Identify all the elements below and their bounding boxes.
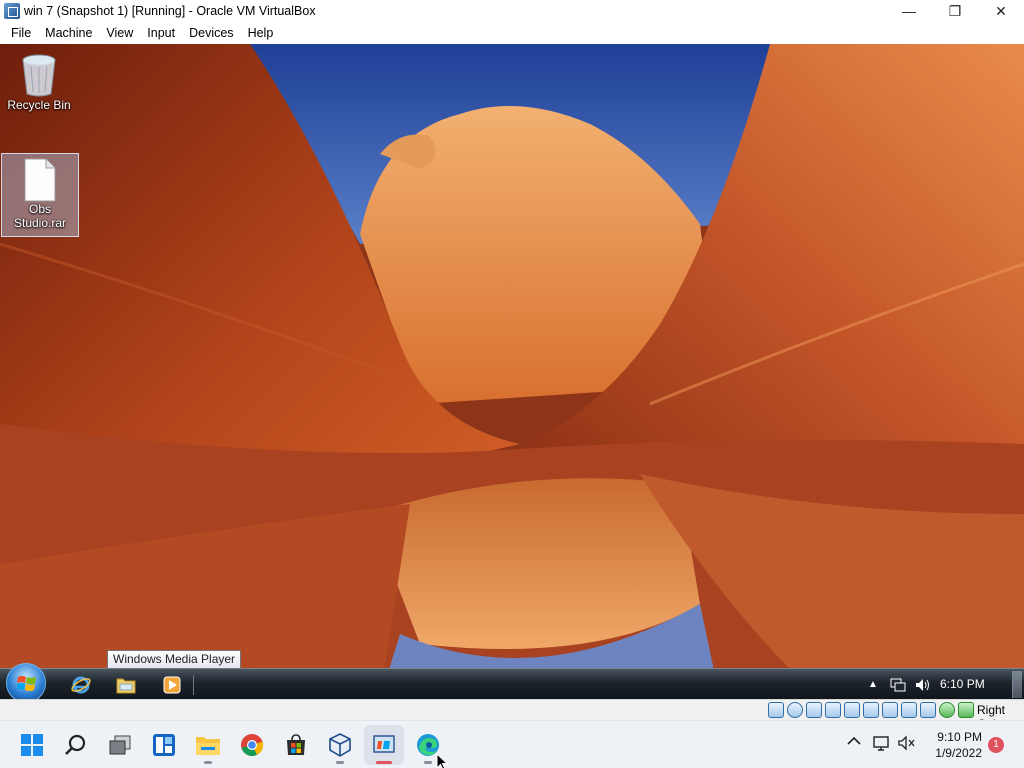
desktop-icon-label: Obs Studio.rar [13,202,67,230]
keyboard-icon[interactable] [958,702,974,718]
host-date: 1/9/2022 [935,746,982,760]
windows-start-icon [21,734,43,756]
pinned-internet-explorer[interactable] [61,672,101,698]
menu-file[interactable]: File [4,22,38,44]
chrome-button[interactable] [232,725,272,765]
running-indicator [204,761,212,764]
windows-start-button[interactable] [12,725,52,765]
mouse-cursor-icon [436,753,449,768]
virtualbox-icon [4,3,20,19]
cpu-icon[interactable] [939,702,955,718]
menu-view[interactable]: View [99,22,140,44]
search-button[interactable] [56,725,96,765]
vm-display[interactable]: Recycle Bin Obs Studio.rar ▲ 6:10 PM [0,44,1024,699]
windows7-start-orb-icon [17,676,36,691]
taskbar-tooltip: Windows Media Player [107,650,242,669]
active-indicator [376,761,392,764]
pinned-windows-explorer[interactable] [106,672,146,698]
desktop-icon-label: Recycle Bin [7,98,71,112]
internet-explorer-icon [71,676,91,694]
desktop-icon-recycle-bin[interactable]: Recycle Bin [0,50,78,120]
running-indicator [336,761,344,764]
tray-volume[interactable] [915,669,931,699]
notification-badge[interactable]: 1 [988,737,1004,753]
minimize-button[interactable]: — [886,0,932,22]
optical-drive-icon[interactable] [787,702,803,718]
shared-folders-icon[interactable] [863,702,879,718]
menu-help[interactable]: Help [241,22,281,44]
close-button[interactable]: ✕ [978,0,1024,22]
show-desktop-button[interactable] [1012,671,1022,698]
recycle-bin-icon [22,54,56,97]
windows-media-player-icon [163,676,181,694]
virtualbox-vm-button[interactable] [364,725,404,765]
file-explorer-icon [196,737,220,755]
widgets-button[interactable] [144,725,184,765]
network-icon [873,736,889,751]
audio-icon[interactable] [806,702,822,718]
usb-icon[interactable] [844,702,860,718]
minimize-icon: — [902,3,916,19]
desktop-icon-obs-studio-rar[interactable]: Obs Studio.rar [1,153,79,237]
mouse-integration-icon[interactable] [920,702,936,718]
volume-icon [916,678,929,691]
maximize-icon: ❐ [948,2,962,19]
menu-input[interactable]: Input [140,22,182,44]
display-icon[interactable] [882,702,898,718]
taskbar-separator [193,675,194,695]
window-title: win 7 (Snapshot 1) [Running] - Oracle VM… [24,4,316,18]
show-hidden-icons[interactable]: ▲ [868,669,878,699]
close-icon: ✕ [995,2,1007,19]
hard-disk-icon[interactable] [768,702,784,718]
chevron-up-icon: ▲ [868,679,878,690]
file-explorer-button[interactable] [188,725,228,765]
desktop-wallpaper [0,44,1024,699]
guest-taskbar: ▲ 6:10 PM [0,663,1024,699]
mute-icon [898,735,915,751]
host-time: 9:10 PM [937,730,982,744]
vm-statusbar: Right Ctrl [0,699,1024,731]
video-capture-icon[interactable] [901,702,917,718]
widgets-icon [153,734,175,756]
windows-explorer-icon [116,678,136,694]
host-clock[interactable]: 9:10 PM 1/9/2022 [930,729,982,761]
network-icon[interactable] [825,702,841,718]
search-icon [65,734,86,755]
microsoft-store-button[interactable] [276,725,316,765]
window-titlebar: win 7 (Snapshot 1) [Running] - Oracle VM… [0,0,1024,22]
host-taskbar: 9:10 PM 1/9/2022 1 [0,720,1024,768]
show-hidden-icons-button[interactable] [847,735,861,749]
host-network-button[interactable] [873,735,891,754]
virtualbox-icon [329,733,351,757]
pinned-windows-media-player[interactable] [152,672,192,698]
menubar: File Machine View Input Devices Help [0,22,1024,44]
tray-network[interactable] [890,669,906,699]
windows7-start-orb[interactable] [6,663,46,699]
task-view-icon [109,735,131,755]
host-volume-button[interactable] [898,735,916,754]
chrome-icon [241,734,264,756]
guest-clock[interactable]: 6:10 PM [940,677,985,691]
file-icon [24,158,56,202]
menu-machine[interactable]: Machine [38,22,99,44]
menu-devices[interactable]: Devices [182,22,240,44]
running-indicator [424,761,432,764]
virtualbox-vm-icon [373,735,395,753]
maximize-button[interactable]: ❐ [932,0,978,22]
network-icon [890,678,906,691]
microsoft-store-icon [287,734,305,755]
virtualbox-manager-button[interactable] [320,725,360,765]
chevron-up-icon [847,736,861,745]
task-view-button[interactable] [100,725,140,765]
